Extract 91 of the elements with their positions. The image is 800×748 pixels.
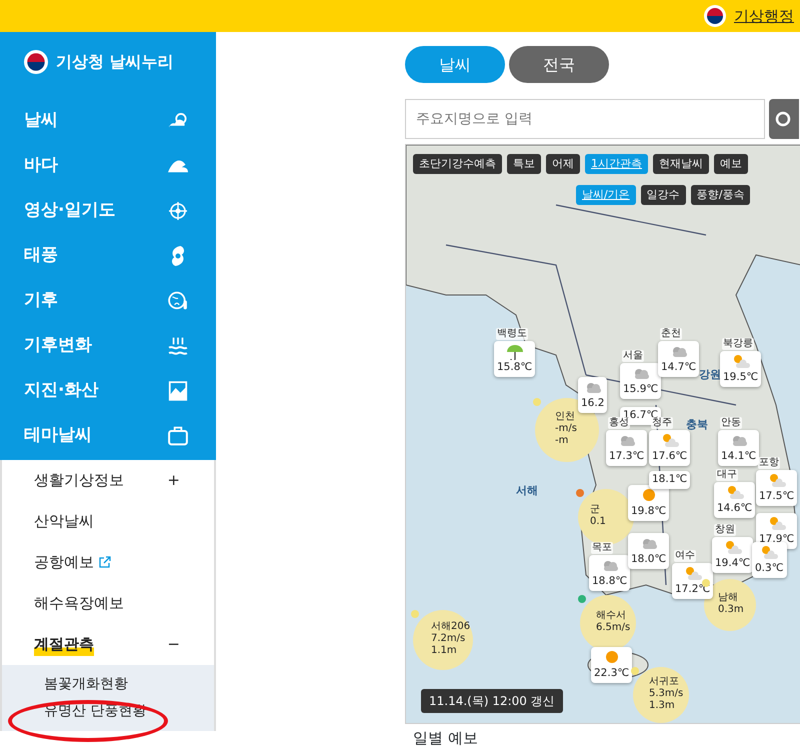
temperature: 15.9℃ bbox=[623, 382, 658, 397]
weather-card[interactable]: 22.3℃ bbox=[591, 647, 632, 683]
station-name: 홍성 bbox=[608, 417, 630, 429]
region-label: 충북 bbox=[686, 417, 708, 433]
weather-card[interactable]: 17.3℃ bbox=[606, 430, 648, 466]
station-name: 안동 bbox=[720, 417, 742, 429]
station-name: 청주 bbox=[651, 417, 673, 429]
temperature: 18.8℃ bbox=[592, 574, 628, 589]
mountain-icon bbox=[168, 380, 188, 400]
top-link[interactable]: 기상행정 bbox=[734, 5, 794, 28]
weather-card[interactable]: 17.6℃ bbox=[649, 430, 690, 466]
map-filter-button[interactable]: 특보 bbox=[507, 154, 541, 174]
station-name: 포항 bbox=[758, 457, 780, 469]
buoy-name: 해수서 bbox=[596, 610, 626, 621]
search-field[interactable]: 주요지명으로 입력 bbox=[405, 99, 765, 139]
map-filter-button[interactable]: 어제 bbox=[546, 154, 580, 174]
map-filter-button[interactable]: 일강수 bbox=[640, 185, 686, 206]
temperature: 14.7℃ bbox=[661, 360, 696, 375]
update-time: 11.14.(목) 12:00 갱신 bbox=[421, 689, 563, 713]
station-name: 춘천 bbox=[660, 328, 682, 340]
wave-height: 0.1 bbox=[590, 516, 606, 527]
station-name: 서울 bbox=[622, 350, 644, 362]
weather-card[interactable]: 19.4℃ bbox=[712, 537, 754, 573]
search-button[interactable] bbox=[769, 99, 799, 139]
station-name: 북강릉 bbox=[722, 338, 754, 350]
temperature: 19.5℃ bbox=[723, 370, 758, 385]
map-filter-button[interactable]: 예보 bbox=[714, 154, 748, 174]
submenu-item[interactable]: 공항예보 bbox=[34, 551, 94, 574]
crosshair-icon bbox=[168, 200, 188, 220]
weather-card[interactable]: 18.8℃ bbox=[589, 555, 630, 591]
wave-height: -m bbox=[555, 435, 568, 446]
weather-card[interactable]: 14.1℃ bbox=[718, 430, 760, 466]
wind-speed: 6.5m/s bbox=[596, 622, 630, 633]
temperature: 16.2 bbox=[581, 396, 604, 411]
weather-card[interactable]: 16.2 bbox=[578, 377, 608, 413]
region-label: 서해 bbox=[516, 483, 538, 499]
station-name: 여수 bbox=[674, 550, 696, 562]
region-label: 강원 bbox=[699, 367, 721, 383]
bag-icon bbox=[168, 426, 188, 446]
temperature: 22.3℃ bbox=[594, 666, 630, 681]
map-filter-button[interactable]: 현재날씨 bbox=[653, 154, 709, 174]
temperature: 19.8℃ bbox=[631, 504, 666, 519]
expand-toggle[interactable]: + bbox=[167, 469, 180, 492]
map-filter-button[interactable]: 풍향/풍속 bbox=[690, 185, 750, 206]
wave-height: 0.3m bbox=[718, 604, 744, 615]
temperature: 18.1℃ bbox=[652, 472, 688, 487]
wind-speed: 7.2m/s bbox=[431, 633, 466, 644]
temperature: 14.1℃ bbox=[721, 449, 756, 464]
map-filter-button[interactable]: 초단기강수예측 bbox=[413, 154, 502, 174]
temperature: 0.3℃ bbox=[755, 561, 784, 576]
weather-card[interactable]: 19.8℃ bbox=[628, 485, 670, 521]
temperature: 19.4℃ bbox=[715, 556, 750, 571]
station-name: 대구 bbox=[716, 469, 738, 481]
temperature: 15.8℃ bbox=[497, 360, 532, 375]
emblem-icon bbox=[24, 50, 48, 74]
submenu-item[interactable]: 생활기상정보 bbox=[34, 469, 124, 492]
submenu-item[interactable]: 해수욕장예보 bbox=[34, 592, 124, 615]
weather-card[interactable]: 17.5℃ bbox=[756, 470, 798, 506]
weather-card[interactable]: 0.3℃ bbox=[752, 542, 786, 578]
station-name: 창원 bbox=[714, 524, 736, 536]
weather-card[interactable]: 18.1℃ bbox=[649, 471, 690, 489]
tab[interactable]: 전국 bbox=[509, 46, 609, 83]
weather-card[interactable]: 15.8℃ bbox=[494, 341, 536, 377]
buoy-name: 서귀포 bbox=[649, 676, 679, 687]
emblem-icon bbox=[704, 5, 726, 27]
station-name: 백령도 bbox=[496, 328, 528, 340]
weather-card[interactable]: 15.9℃ bbox=[620, 363, 662, 399]
weather-card[interactable]: 14.6℃ bbox=[714, 482, 756, 518]
waves-icon bbox=[168, 336, 188, 356]
submenu-link[interactable]: 봄꽃개화현황 bbox=[2, 671, 214, 698]
temperature: 18.0℃ bbox=[631, 552, 666, 567]
weather-card[interactable]: 14.7℃ bbox=[658, 341, 700, 377]
wave-height: 1.3m bbox=[649, 700, 675, 711]
wind-speed: 5.3m/s bbox=[649, 688, 684, 699]
temperature: 17.5℃ bbox=[759, 489, 794, 504]
temperature: 14.6℃ bbox=[717, 501, 752, 516]
station-name: 목포 bbox=[591, 542, 613, 554]
weather-card[interactable]: 18.0℃ bbox=[628, 533, 670, 569]
wind-speed: -m/s bbox=[555, 423, 577, 434]
section-heading: 일별 예보 bbox=[412, 728, 479, 748]
buoy-name: 군 bbox=[590, 504, 600, 515]
wave-height: 1.1m bbox=[431, 645, 457, 656]
weather-card[interactable]: 19.5℃ bbox=[720, 351, 762, 387]
search-icon bbox=[775, 110, 793, 129]
temperature: 17.6℃ bbox=[652, 449, 688, 464]
buoy-name: 남해 bbox=[718, 592, 738, 603]
buoy-name: 서해206 bbox=[431, 621, 470, 632]
temperature: 17.3℃ bbox=[609, 449, 644, 464]
expand-toggle[interactable]: − bbox=[167, 633, 180, 656]
buoy-name: 인천 bbox=[555, 411, 575, 422]
submenu-item[interactable]: 산악날씨 bbox=[34, 510, 94, 533]
